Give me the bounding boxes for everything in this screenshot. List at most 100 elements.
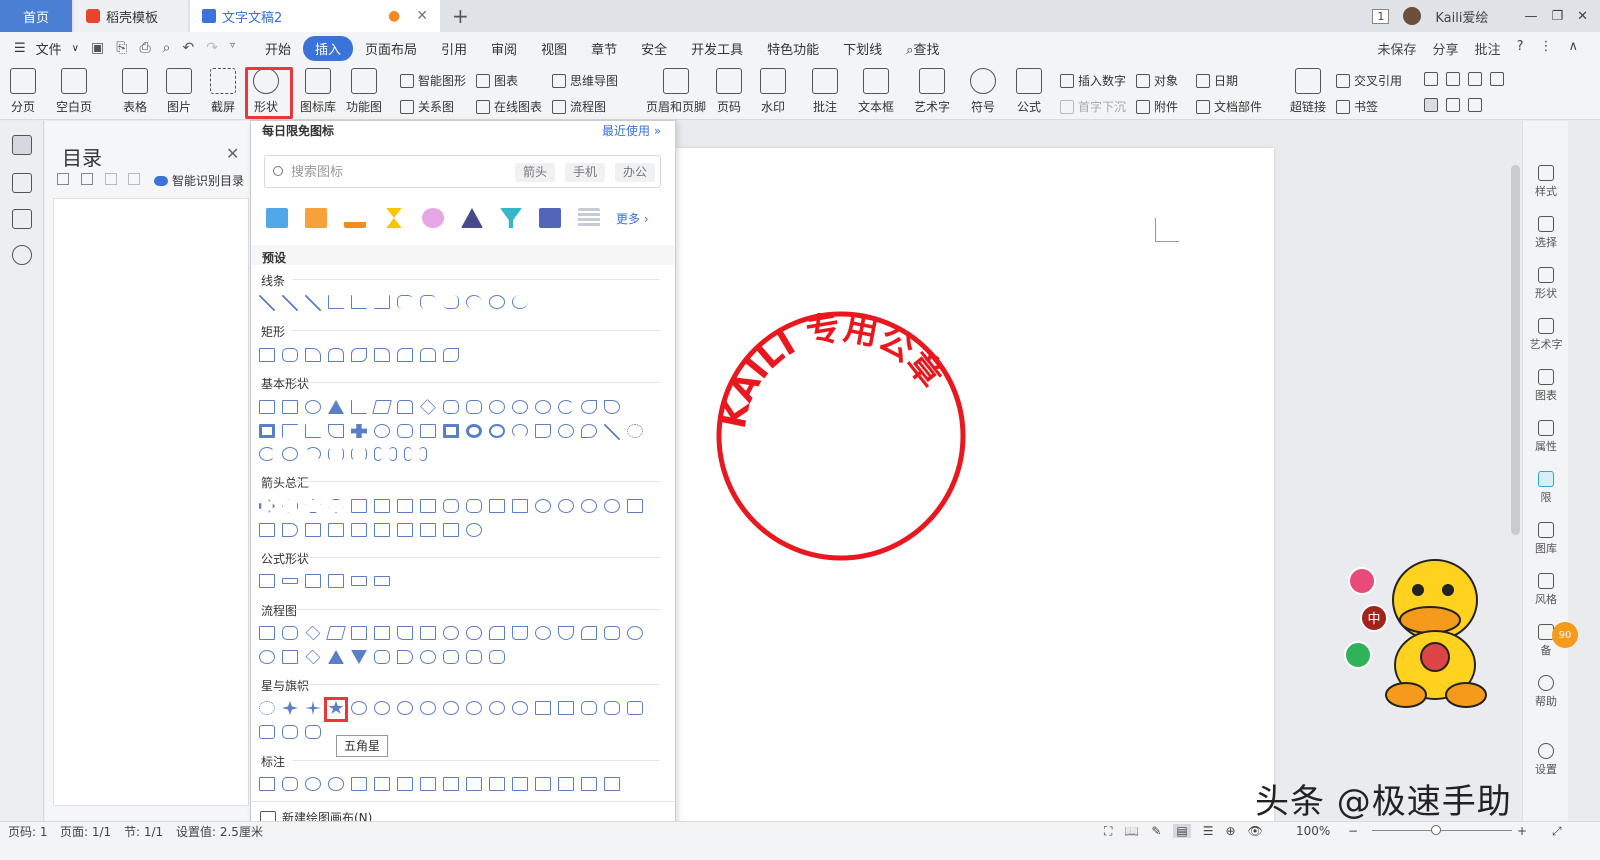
flow-collate[interactable] xyxy=(282,650,298,664)
shape-8-point-star[interactable] xyxy=(397,701,413,715)
screenshot-button[interactable]: 截屏 xyxy=(210,68,236,115)
callout-accent-1[interactable] xyxy=(420,777,436,791)
status-setting[interactable]: 设置值: 2.5厘米 xyxy=(176,822,263,840)
callout-line-1[interactable] xyxy=(351,777,367,791)
menu-page-layout[interactable]: 页面布局 xyxy=(353,36,429,61)
shape-left-brace[interactable] xyxy=(404,447,412,461)
shape-text-box[interactable] xyxy=(259,400,275,414)
mascot-pink-badge[interactable] xyxy=(1348,567,1376,595)
free-icon-bar-chart[interactable] xyxy=(344,208,366,228)
shape-32-point-star[interactable] xyxy=(512,701,528,715)
shape-bevel[interactable] xyxy=(443,424,459,438)
shape-donut[interactable] xyxy=(466,424,482,438)
shape-block-arc[interactable] xyxy=(512,424,528,438)
callout-border-3[interactable] xyxy=(535,777,551,791)
flow-sequential-access[interactable] xyxy=(420,650,436,664)
callout-accent-3[interactable] xyxy=(466,777,482,791)
callout-accent-border-3[interactable] xyxy=(604,777,620,791)
new-tab-plus-icon[interactable]: + xyxy=(452,4,469,28)
checkbox-control-icon[interactable] xyxy=(1446,72,1460,86)
menu-chapter[interactable]: 章节 xyxy=(579,36,629,61)
shape-rectangle[interactable] xyxy=(259,348,275,362)
menu-special[interactable]: 特色功能 xyxy=(755,36,831,61)
free-icon-hourglass[interactable] xyxy=(386,208,402,228)
tab-document[interactable]: 文字文稿2 ● ✕ xyxy=(190,0,440,32)
free-icon-funnel[interactable] xyxy=(500,208,522,228)
rail-select[interactable]: 选择 xyxy=(1523,216,1569,250)
print-icon[interactable]: ⎙ xyxy=(139,40,150,56)
shape-curved-down-ribbon[interactable] xyxy=(604,701,620,715)
flow-summing-junction[interactable] xyxy=(627,626,643,640)
free-icon-film[interactable] xyxy=(305,208,327,228)
rail-theme[interactable]: 风格 xyxy=(1523,573,1569,607)
attachment-button[interactable]: 附件 xyxy=(1136,98,1178,115)
flow-process[interactable] xyxy=(259,626,275,640)
smart-graph-button[interactable]: 智能图形 xyxy=(400,72,466,89)
formula-button[interactable]: 公式 xyxy=(1016,68,1042,115)
callout-rounded-rectangle[interactable] xyxy=(282,777,298,791)
shape-12-point-star[interactable] xyxy=(443,701,459,715)
shape-trapezoid[interactable] xyxy=(397,400,413,414)
header-footer-button[interactable]: 页眉和页脚 xyxy=(646,68,706,115)
rail-style[interactable]: 样式 xyxy=(1523,165,1569,199)
shape-plus[interactable] xyxy=(259,574,275,588)
menu-security[interactable]: 安全 xyxy=(629,36,679,61)
shape-up-arrow[interactable] xyxy=(305,499,321,513)
fit-page-icon[interactable]: ⤢ xyxy=(1552,822,1562,840)
customize-chevron-icon[interactable]: ▿ xyxy=(230,40,235,56)
insert-number-button[interactable]: 插入数字 xyxy=(1060,72,1126,89)
icon-library-button[interactable]: 图标库 xyxy=(300,68,336,115)
shape-half-frame[interactable] xyxy=(282,424,298,438)
rail-properties[interactable]: 属性 xyxy=(1523,420,1569,454)
file-dropdown-chevron-icon[interactable]: ∨ xyxy=(72,43,79,54)
callout-accent-border-2[interactable] xyxy=(581,777,597,791)
doc-list-icon[interactable] xyxy=(12,173,32,193)
doc-parts-button[interactable]: 文档部件 xyxy=(1196,98,1262,115)
export-icon[interactable]: ⎘ xyxy=(116,40,127,56)
icon-search-input[interactable] xyxy=(291,162,501,182)
form-control-icon[interactable] xyxy=(1424,72,1438,86)
tab-doke-templates[interactable]: 稻壳模板 xyxy=(74,0,188,32)
shape-double-bracket[interactable] xyxy=(328,447,344,461)
web-view-icon[interactable]: ⊕ xyxy=(1226,824,1236,838)
rail-settings[interactable]: 设置 xyxy=(1523,743,1569,777)
shape-divide[interactable] xyxy=(328,574,344,588)
shape-vertical-scroll[interactable] xyxy=(627,701,643,715)
shape-chevron[interactable] xyxy=(305,523,321,537)
flow-punched-tape[interactable] xyxy=(604,626,620,640)
shape-curved-down-arrow[interactable] xyxy=(604,499,620,513)
menu-insert[interactable]: 插入 xyxy=(303,35,354,61)
shape-left-bracket[interactable] xyxy=(374,447,382,461)
wordart-button[interactable]: 艺术字 xyxy=(914,68,950,115)
shape-frame[interactable] xyxy=(259,424,275,438)
flow-multidocument[interactable] xyxy=(420,626,436,640)
object-button[interactable]: 对象 xyxy=(1136,72,1178,89)
cloud-unsaved[interactable]: 未保存 xyxy=(1378,39,1417,58)
flow-document[interactable] xyxy=(397,626,413,640)
more-icon[interactable]: ⋮ xyxy=(1539,39,1552,58)
shape-vertical-text-box[interactable] xyxy=(282,400,298,414)
scroll-thumb[interactable] xyxy=(1511,165,1520,535)
image-control-icon[interactable] xyxy=(1446,98,1460,112)
flow-stored-data[interactable] xyxy=(374,650,390,664)
flow-alternate-process[interactable] xyxy=(282,626,298,640)
shape-elbow-arrow[interactable] xyxy=(351,295,367,309)
shape-curved-right-arrow[interactable] xyxy=(535,499,551,513)
cross-reference-button[interactable]: 交叉引用 xyxy=(1336,72,1402,89)
shape-24-point-star[interactable] xyxy=(489,701,505,715)
shape-multiply[interactable] xyxy=(305,574,321,588)
callout-accent-border-1[interactable] xyxy=(558,777,574,791)
shape-line[interactable] xyxy=(259,295,275,311)
menu-review[interactable]: 审阅 xyxy=(479,36,529,61)
flowchart-button[interactable]: 流程图 xyxy=(552,98,606,115)
hyperlink-button[interactable]: 超链接 xyxy=(1290,68,1326,115)
undo-icon[interactable]: ↶ xyxy=(182,40,194,56)
shape-down-ribbon[interactable] xyxy=(558,701,574,715)
rail-chart[interactable]: 图表 xyxy=(1523,369,1569,403)
flow-terminator[interactable] xyxy=(443,626,459,640)
shape-smiley-face[interactable] xyxy=(558,424,574,438)
flow-card[interactable] xyxy=(581,626,597,640)
zoom-slider-track[interactable] xyxy=(1372,830,1512,831)
shape-wave[interactable] xyxy=(282,725,298,739)
table-button[interactable]: 表格 xyxy=(122,68,148,115)
